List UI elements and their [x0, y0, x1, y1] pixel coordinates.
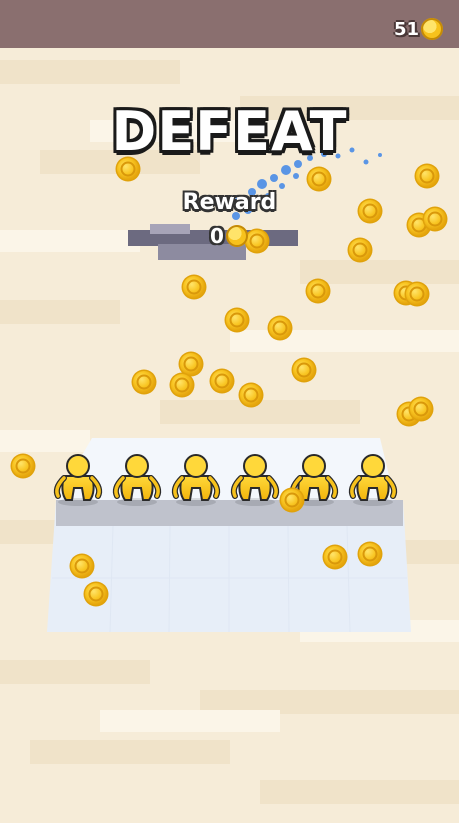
coin-icon — [404, 281, 430, 307]
coin-icon — [408, 396, 434, 422]
coin-icon — [414, 163, 440, 189]
reward-value: 0 — [210, 224, 224, 248]
coin-icon — [357, 541, 383, 567]
coin-icon — [10, 453, 36, 479]
coin-icon — [244, 228, 270, 254]
coin-icon — [69, 553, 95, 579]
defeat-title: DEFEAT — [111, 100, 348, 163]
coin-counter: 51 — [394, 18, 443, 40]
coin-icon — [209, 368, 235, 394]
reward-coin-icon — [225, 225, 248, 247]
coin-count: 51 — [393, 18, 419, 40]
coin-icon — [224, 307, 250, 333]
coin-icon — [131, 369, 157, 395]
coin-icon — [238, 382, 264, 408]
reward-row: 0 — [210, 222, 248, 250]
coin-icon — [169, 372, 195, 398]
coin-icon — [83, 581, 109, 607]
coin-icon — [306, 166, 332, 192]
coin-icon — [305, 278, 331, 304]
coin-icon — [421, 18, 443, 40]
coin-icon — [267, 315, 293, 341]
coin-icon — [181, 274, 207, 300]
coin-icon — [347, 237, 373, 263]
coin-icon — [291, 357, 317, 383]
coin-icon — [322, 544, 348, 570]
reward-label: Reward — [182, 190, 277, 215]
coin-icon — [279, 487, 305, 513]
top-bar: 51 — [0, 0, 459, 48]
